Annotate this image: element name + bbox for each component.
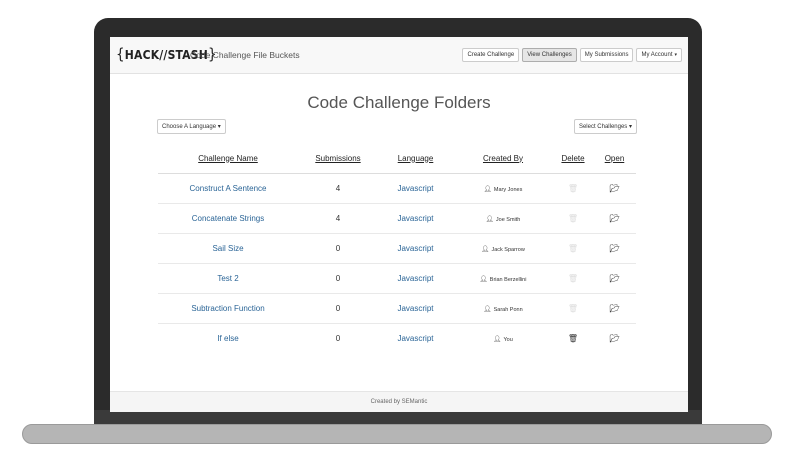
header-challenge-name[interactable]: Challenge Name — [158, 143, 298, 174]
open-cell: 📂︎ — [593, 263, 636, 294]
created-by: 👤︎ Mary Jones — [453, 173, 553, 204]
header-language[interactable]: Language — [378, 143, 453, 174]
header-delete[interactable]: Delete — [553, 143, 593, 174]
user-icon: 👤︎ — [481, 245, 490, 253]
submissions-count: 4 — [298, 203, 378, 234]
challenges-dropdown-label: Select Challenges — [578, 124, 628, 130]
create-challenge-button[interactable]: Create Challenge — [462, 48, 520, 62]
created-by-name: You — [503, 336, 513, 343]
submissions-count: 0 — [298, 233, 378, 264]
submissions-count: 4 — [298, 173, 378, 204]
open-cell: 📂︎ — [593, 233, 636, 264]
open-cell: 📂︎ — [593, 173, 636, 204]
submissions-count: 0 — [298, 263, 378, 294]
trash-icon: 🗑︎ — [567, 304, 579, 313]
navbar: {HACK//STASH} Code Challenge File Bucket… — [110, 37, 688, 74]
laptop-hinge — [94, 410, 702, 424]
chevron-down-icon: ▾ — [217, 124, 221, 130]
created-by-name: Joe Smith — [495, 216, 521, 223]
screen: {HACK//STASH} Code Challenge File Bucket… — [110, 37, 688, 412]
language-link[interactable]: Javascript — [378, 233, 453, 264]
open-cell: 📂︎ — [593, 293, 636, 324]
my-account-label: My Account — [641, 52, 673, 58]
submissions-count: 0 — [298, 323, 378, 353]
delete-cell: 🗑︎ — [553, 323, 593, 353]
trash-icon[interactable]: 🗑︎ — [568, 334, 578, 343]
table-row: If else 0 Javascript 👤︎ You 🗑︎ 📂︎ — [158, 323, 636, 353]
challenge-name-link[interactable]: Test 2 — [158, 263, 298, 294]
folder-open-icon[interactable]: 📂︎ — [609, 214, 619, 223]
logo-brace-left: { — [116, 45, 125, 63]
challenges-table: Challenge Name Submissions Language Crea… — [158, 143, 636, 353]
footer: Created by SEMantic — [110, 391, 688, 412]
challenge-name-link[interactable]: Sail Size — [158, 233, 298, 264]
challenge-name-link[interactable]: Subtraction Function — [158, 293, 298, 324]
trash-icon: 🗑︎ — [567, 244, 579, 253]
folder-open-icon[interactable]: 📂︎ — [609, 244, 619, 253]
created-by: 👤︎ Joe Smith — [453, 203, 553, 234]
table-row: Concatenate Strings 4 Javascript 👤︎ Joe Smit… — [158, 203, 636, 234]
folder-open-icon[interactable]: 📂︎ — [609, 334, 619, 343]
table-row: Test 2 0 Javascript 👤︎ Brian Berzellini 🗑︎ 📂︎ — [158, 263, 636, 294]
open-cell: 📂︎ — [593, 323, 636, 353]
user-icon: 👤︎ — [483, 305, 492, 313]
trash-icon: 🗑︎ — [567, 214, 579, 223]
table-row: Sail Size 0 Javascript 👤︎ Jack Sparrow 🗑︎ 📂︎ — [158, 233, 636, 264]
language-link[interactable]: Javascript — [378, 323, 453, 353]
created-by-name: Brian Berzellini — [489, 276, 527, 283]
chevron-down-icon: ▾ — [628, 124, 632, 130]
delete-cell: 🗑︎ — [553, 293, 593, 324]
user-icon: 👤︎ — [479, 275, 488, 283]
challenge-name-link[interactable]: If else — [158, 323, 298, 353]
user-icon: 👤︎ — [485, 215, 494, 223]
chevron-down-icon: ▾ — [674, 52, 677, 58]
header-submissions[interactable]: Submissions — [298, 143, 378, 174]
created-by: 👤︎ You — [453, 323, 553, 353]
trash-icon: 🗑︎ — [567, 184, 579, 193]
folder-open-icon[interactable]: 📂︎ — [609, 184, 619, 193]
language-link[interactable]: Javascript — [378, 263, 453, 294]
language-link[interactable]: Javascript — [378, 293, 453, 324]
challenge-name-link[interactable]: Concatenate Strings — [158, 203, 298, 234]
challenge-name-link[interactable]: Construct A Sentence — [158, 173, 298, 204]
my-account-button[interactable]: My Account ▾ — [636, 48, 682, 62]
created-by-name: Mary Jones — [493, 186, 523, 193]
user-icon: 👤︎ — [493, 335, 502, 343]
header-created-by[interactable]: Created By — [453, 143, 553, 174]
brand-title[interactable]: Code Challenge File Buckets — [190, 50, 300, 60]
delete-cell: 🗑︎ — [553, 233, 593, 264]
page-title: Code Challenge Folders — [307, 93, 491, 112]
table-row: Construct A Sentence 4 Javascript 👤︎ Mary Jo… — [158, 173, 636, 204]
open-cell: 📂︎ — [593, 203, 636, 234]
created-by: 👤︎ Jack Sparrow — [453, 233, 553, 264]
laptop-base — [22, 424, 772, 444]
delete-cell: 🗑︎ — [553, 203, 593, 234]
table-row: Subtraction Function 0 Javascript 👤︎ Sarah P… — [158, 293, 636, 324]
nav-buttons: Create Challenge View Challenges My Subm… — [462, 48, 682, 62]
delete-cell: 🗑︎ — [553, 173, 593, 204]
created-by: 👤︎ Brian Berzellini — [453, 263, 553, 294]
created-by: 👤︎ Sarah Ponn — [453, 293, 553, 324]
language-dropdown-label: Choose A Language — [162, 124, 217, 130]
user-icon: 👤︎ — [483, 185, 492, 193]
language-link[interactable]: Javascript — [378, 173, 453, 204]
language-link[interactable]: Javascript — [378, 203, 453, 234]
created-by-name: Sarah Ponn — [493, 306, 523, 313]
view-challenges-button[interactable]: View Challenges — [522, 48, 577, 62]
submissions-count: 0 — [298, 293, 378, 324]
my-submissions-button[interactable]: My Submissions — [579, 48, 634, 62]
header-open[interactable]: Open — [593, 143, 636, 174]
delete-cell: 🗑︎ — [553, 263, 593, 294]
trash-icon: 🗑︎ — [567, 274, 579, 283]
challenges-dropdown[interactable]: Select Challenges ▾ — [573, 119, 637, 134]
folder-open-icon[interactable]: 📂︎ — [609, 304, 619, 313]
folder-open-icon[interactable]: 📂︎ — [609, 274, 619, 283]
language-dropdown[interactable]: Choose A Language ▾ — [157, 119, 226, 134]
created-by-name: Jack Sparrow — [491, 246, 525, 253]
table-header-row: Challenge Name Submissions Language Crea… — [158, 143, 636, 174]
